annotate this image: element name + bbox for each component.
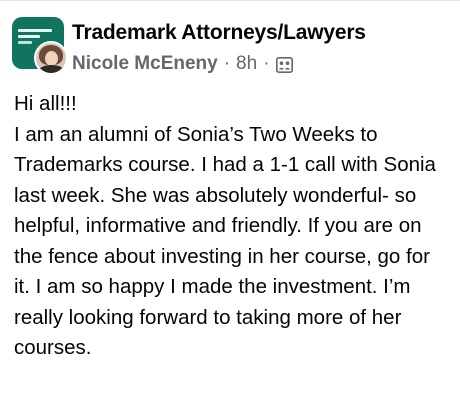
post-body-text: I am an alumni of Sonia’s Two Weeks to T…: [14, 122, 436, 360]
post-timestamp[interactable]: 8h: [236, 53, 257, 75]
members-group-icon: [275, 57, 293, 73]
meta-separator: ·: [263, 53, 270, 74]
author-avatar[interactable]: [34, 41, 68, 75]
post-header: Trademark Attorneys/Lawyers Nicole McEne…: [10, 17, 450, 77]
post-greeting: Hi all!!!: [14, 92, 77, 115]
post-meta: Nicole McEneny · 8h ·: [72, 53, 293, 75]
meta-separator: ·: [223, 53, 231, 74]
group-name-link[interactable]: Trademark Attorneys/Lawyers: [72, 21, 366, 45]
post-card: Trademark Attorneys/Lawyers Nicole McEne…: [0, 0, 460, 413]
post-text: Hi all!!! I am an alumni of Sonia’s Two …: [14, 89, 450, 364]
author-name-link[interactable]: Nicole McEneny: [72, 53, 218, 75]
